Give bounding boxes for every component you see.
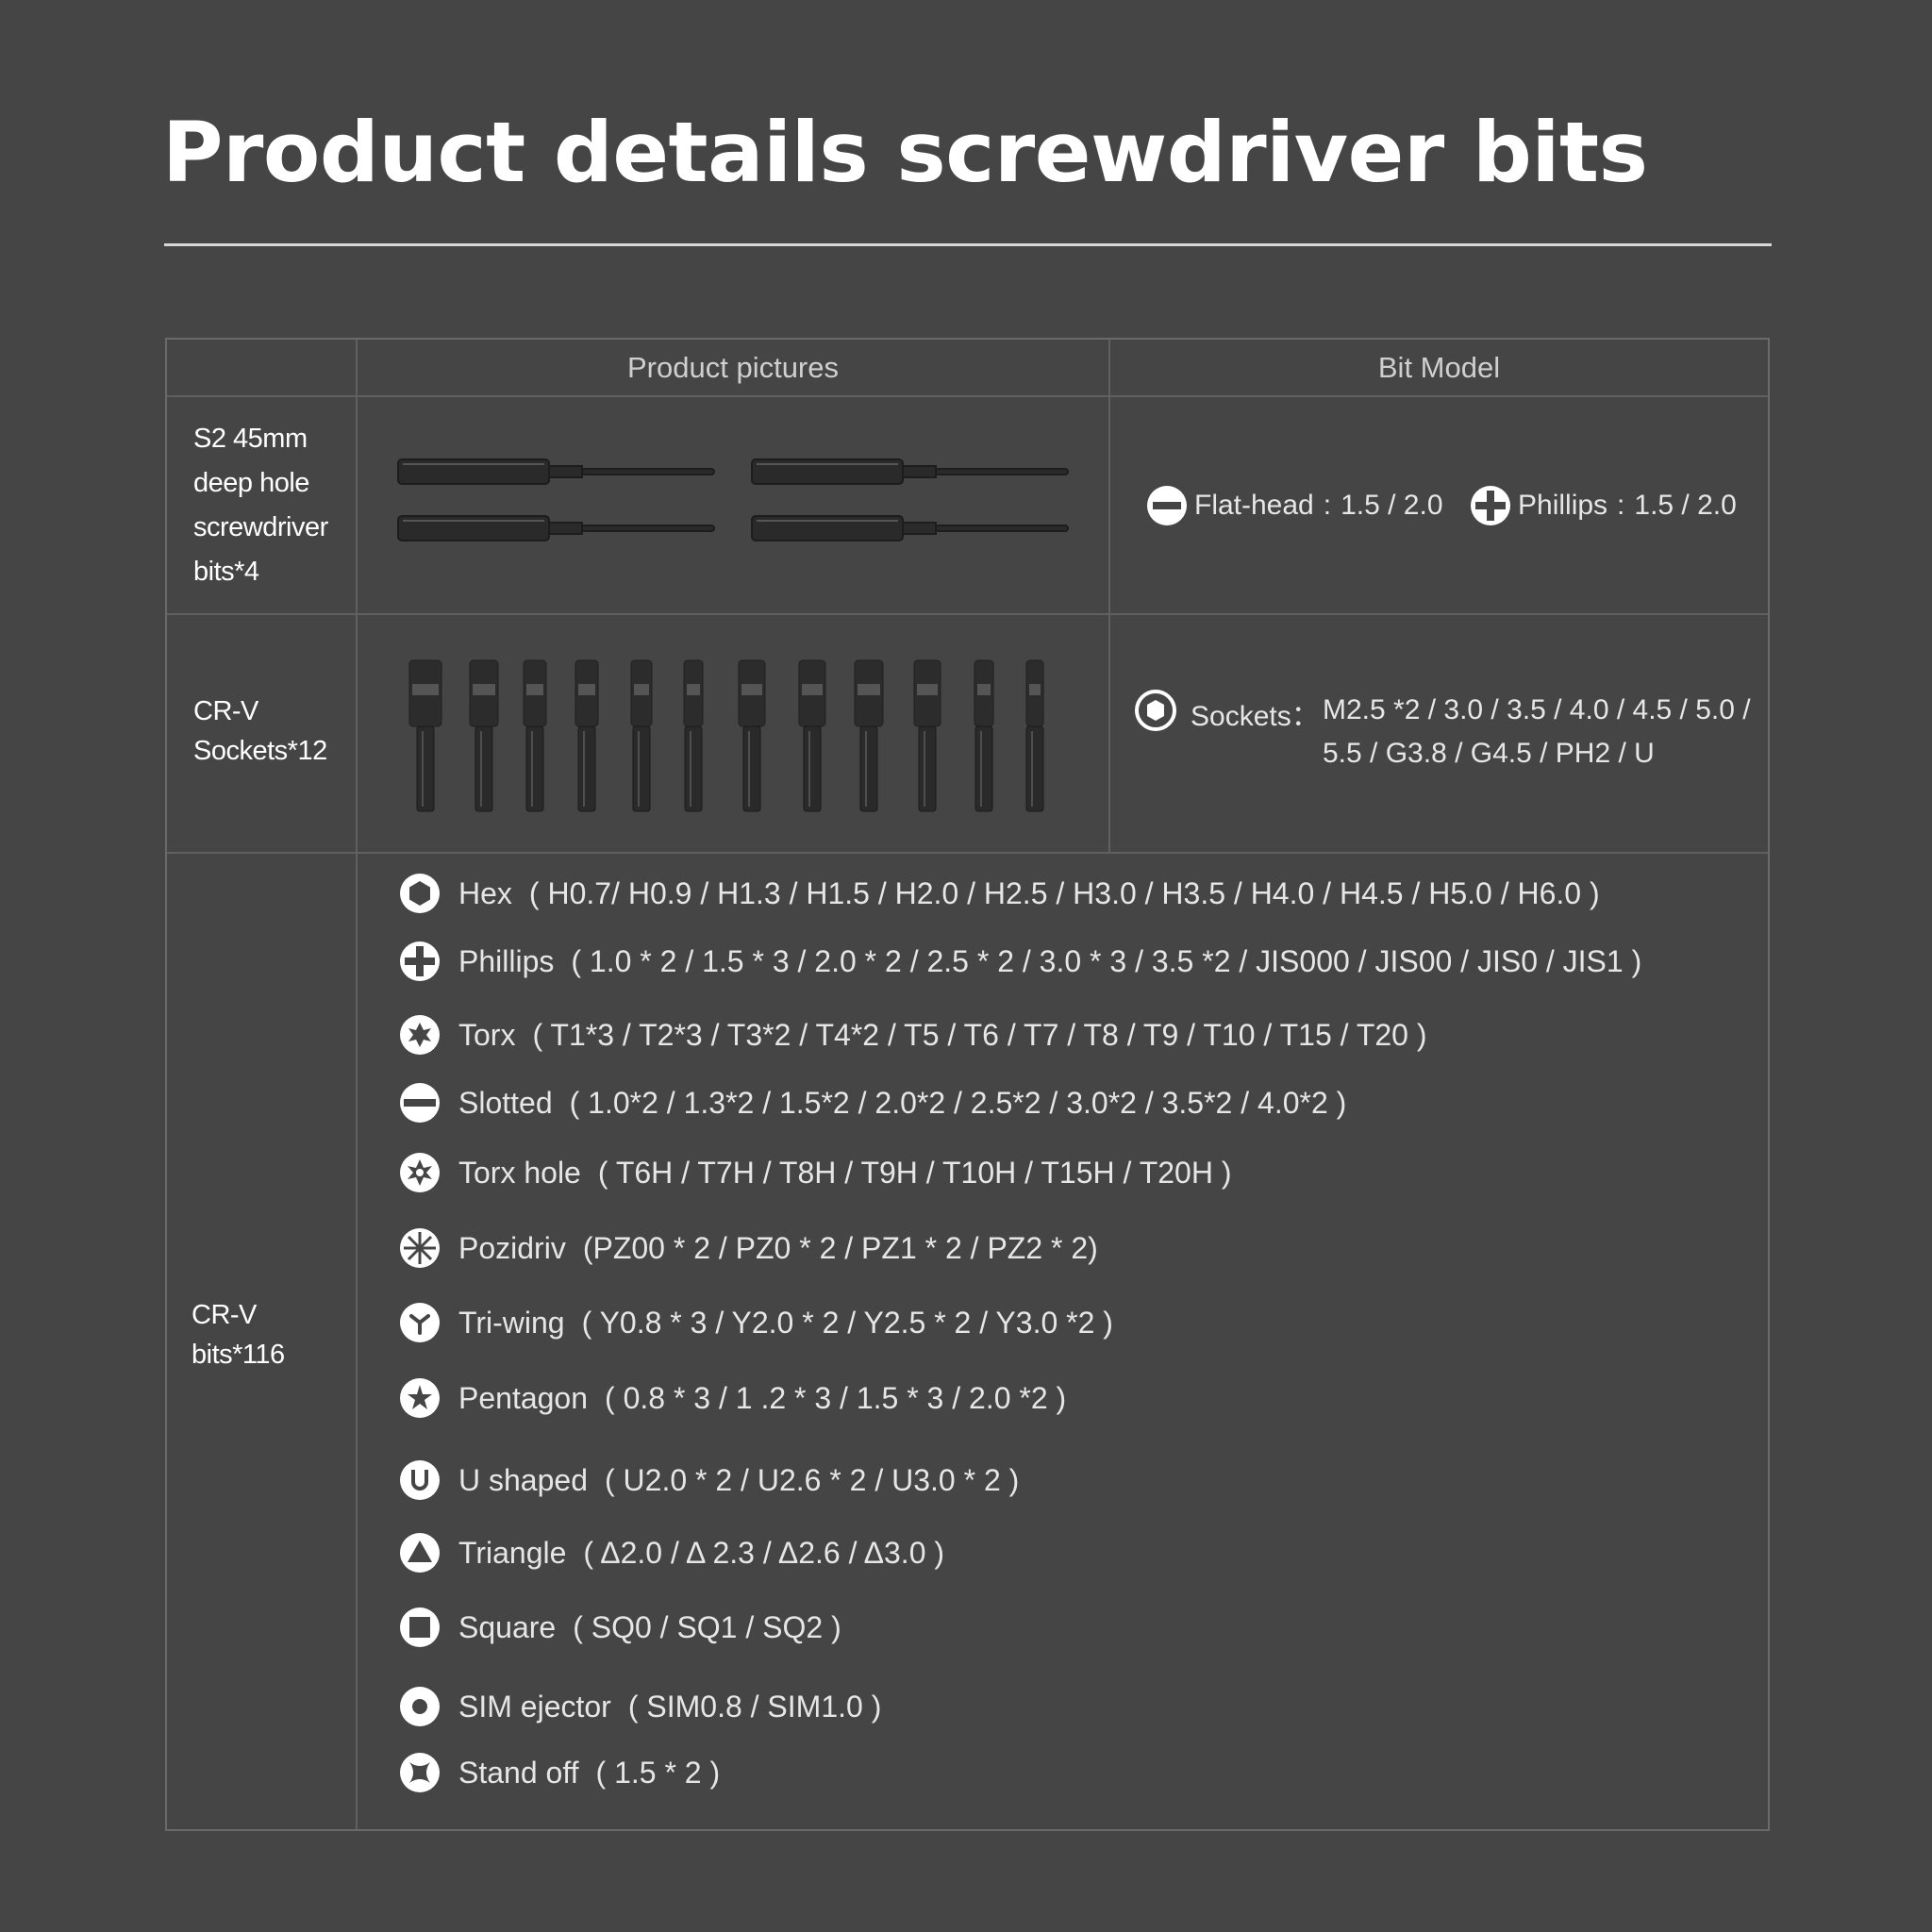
hex-icon	[398, 872, 441, 915]
socket-bit-photo	[523, 659, 547, 812]
sockets-photo	[408, 659, 1044, 812]
bit-type-pozidriv: Pozidriv (PZ00 * 2 / PZ0 * 2 / PZ1 * 2 / …	[398, 1226, 1098, 1270]
row-divider	[167, 613, 1768, 615]
page-title: Product details screwdriver bits	[162, 104, 1648, 201]
socket-bit-photo	[913, 659, 941, 812]
bit-type-tri-wing: Tri-wing ( Y0.8 * 3 / Y2.0 * 2 / Y2.5 * 2…	[398, 1301, 1113, 1344]
deep-hole-bits-photo	[397, 458, 1069, 541]
pentagon-icon	[398, 1376, 441, 1420]
header-bit-model: Bit Model	[1377, 351, 1501, 384]
bit-type-name: Stand off	[458, 1755, 579, 1790]
triangle-icon	[398, 1531, 441, 1574]
socket-bit-photo	[738, 659, 766, 812]
socket-bit-photo	[575, 659, 599, 812]
row-label-sockets: CR-V Sockets*12	[193, 696, 327, 766]
socket-hex-icon	[1134, 689, 1177, 732]
header-product-pictures: Product pictures	[627, 351, 839, 384]
socket-bit-photo	[798, 659, 826, 812]
bit-type-sizes: ( 1.0 * 2 / 1.5 * 3 / 2.0 * 2 / 2.5 * 2 …	[571, 943, 1642, 978]
bit-type-pentagon: Pentagon ( 0.8 * 3 / 1 .2 * 3 / 1.5 * 3 /…	[398, 1376, 1066, 1420]
bit-type-torx: Torx ( T1*3 / T2*3 / T3*2 / T4*2 / T5 / T…	[398, 1013, 1427, 1057]
bit-type-name: Hex	[458, 875, 512, 910]
bit-type-sizes: ( SIM0.8 / SIM1.0 )	[627, 1689, 882, 1724]
sim-ejector-icon	[398, 1685, 441, 1728]
bit-type-sizes: ( 1.0*2 / 1.3*2 / 1.5*2 / 2.0*2 / 2.5*2 …	[569, 1085, 1347, 1120]
bit-type-sizes: ( Y0.8 * 3 / Y2.0 * 2 / Y2.5 * 2 / Y3.0 …	[581, 1305, 1113, 1340]
bit-type-name: Triangle	[458, 1535, 567, 1570]
spec-table: Product pictures Bit Model S2 45mm deep …	[165, 338, 1770, 1831]
title-divider	[164, 243, 1772, 246]
phillips-icon	[398, 940, 441, 983]
bit-type-name: U shaped	[458, 1462, 588, 1497]
socket-bit-photo	[408, 659, 442, 812]
sockets-label: Sockets：	[1191, 701, 1320, 732]
tri-wing-icon	[398, 1301, 441, 1344]
bit-type-stand-off: Stand off ( 1.5 * 2 )	[398, 1751, 720, 1794]
row-label-deep-hole-bits: S2 45mm deep hole screwdriver bits*4	[193, 424, 328, 587]
bit-type-sizes: (PZ00 * 2 / PZ0 * 2 / PZ1 * 2 / PZ2 * 2)	[582, 1230, 1098, 1265]
phillips-label: Phillips	[1518, 490, 1608, 521]
bit-type-sizes: ( H0.7/ H0.9 / H1.3 / H1.5 / H2.0 / H2.5…	[528, 875, 1600, 910]
bit-type-sim-ejector: SIM ejector ( SIM0.8 / SIM1.0 )	[398, 1685, 881, 1728]
torx-icon	[398, 1013, 441, 1057]
bit-type-name: Slotted	[458, 1085, 553, 1120]
socket-bit-photo	[1025, 659, 1044, 812]
square-icon	[398, 1606, 441, 1649]
u-shaped-icon	[398, 1458, 441, 1502]
bit-type-sizes: ( T1*3 / T2*3 / T3*2 / T4*2 / T5 / T6 / …	[532, 1017, 1427, 1052]
socket-bit-photo	[630, 659, 653, 812]
bit-type-u-shaped: U shaped ( U2.0 * 2 / U2.6 * 2 / U3.0 * 2…	[398, 1458, 1019, 1502]
phillips-value: 1.5 / 2.0	[1634, 490, 1737, 521]
torx-hole-icon	[398, 1151, 441, 1194]
phillips-spec: Phillips: 1.5 / 2.0	[1469, 484, 1737, 527]
socket-bit-photo	[854, 659, 884, 812]
bit-type-sizes: ( 1.5 * 2 )	[595, 1755, 721, 1790]
bit-type-name: SIM ejector	[458, 1689, 611, 1724]
bit-type-name: Torx hole	[458, 1155, 581, 1190]
flat-head-spec: Flat-head: 1.5 / 2.0	[1145, 484, 1443, 527]
bit-type-phillips: Phillips ( 1.0 * 2 / 1.5 * 3 / 2.0 * 2 / …	[398, 940, 1641, 983]
row-label-bits: CR-V bits*116	[192, 1300, 285, 1370]
socket-bit-photo	[683, 659, 704, 812]
column-divider	[356, 340, 358, 1829]
bit-type-name: Pozidriv	[458, 1230, 566, 1265]
bit-type-torx-hole: Torx hole ( T6H / T7H / T8H / T9H / T10H …	[398, 1151, 1231, 1194]
flat-head-label: Flat-head	[1194, 490, 1314, 521]
bit-type-triangle: Triangle ( Δ2.0 / Δ 2.3 / Δ2.6 / Δ3.0 )	[398, 1531, 944, 1574]
bit-type-sizes: ( T6H / T7H / T8H / T9H / T10H / T15H / …	[597, 1155, 1232, 1190]
phillips-icon	[1469, 484, 1512, 527]
bit-type-sizes: ( Δ2.0 / Δ 2.3 / Δ2.6 / Δ3.0 )	[583, 1535, 945, 1570]
bit-type-name: Torx	[458, 1017, 516, 1052]
bit-type-name: Phillips	[458, 943, 555, 978]
socket-bit-photo	[469, 659, 499, 812]
bit-type-name: Tri-wing	[458, 1305, 565, 1340]
bit-type-name: Pentagon	[458, 1380, 589, 1415]
sockets-value-line2: 5.5 / G3.8 / G4.5 / PH2 / U	[1323, 738, 1655, 769]
flat-head-icon	[1145, 484, 1189, 527]
bit-type-sizes: ( U2.0 * 2 / U2.6 * 2 / U3.0 * 2 )	[604, 1462, 1020, 1497]
pozidriv-icon	[398, 1226, 441, 1270]
flat-head-value: 1.5 / 2.0	[1341, 490, 1443, 521]
bit-type-square: Square ( SQ0 / SQ1 / SQ2 )	[398, 1606, 841, 1649]
socket-bit-photo	[974, 659, 994, 812]
sockets-value-line1: M2.5 *2 / 3.0 / 3.5 / 4.0 / 4.5 / 5.0 /	[1323, 694, 1751, 725]
column-divider	[1108, 340, 1110, 854]
bit-type-name: Square	[458, 1609, 557, 1644]
bit-type-slotted: Slotted ( 1.0*2 / 1.3*2 / 1.5*2 / 2.0*2 /…	[398, 1081, 1346, 1124]
bit-type-sizes: ( 0.8 * 3 / 1 .2 * 3 / 1.5 * 3 / 2.0 *2 …	[605, 1380, 1067, 1415]
slotted-icon	[398, 1081, 441, 1124]
bit-type-hex: Hex ( H0.7/ H0.9 / H1.3 / H1.5 / H2.0 / H…	[398, 872, 1600, 915]
stand-off-icon	[398, 1751, 441, 1794]
bit-type-sizes: ( SQ0 / SQ1 / SQ2 )	[573, 1609, 841, 1644]
row-divider	[167, 852, 1768, 854]
